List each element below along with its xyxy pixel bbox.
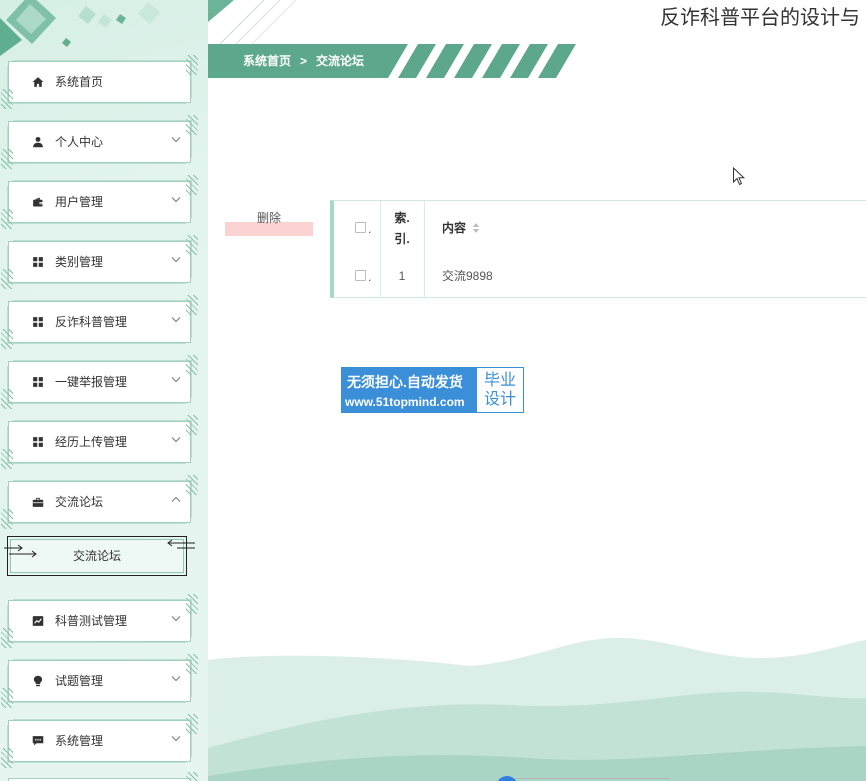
sidebar-item-system-management[interactable]: 系统管理 (1, 714, 198, 768)
header-decoration (208, 0, 297, 46)
sidebar-item-quiz-management[interactable]: 科普测试管理 (1, 594, 198, 648)
chevron-down-icon (171, 735, 181, 742)
chat-icon (32, 735, 44, 747)
sidebar-item-home[interactable]: 系统首页 (1, 55, 198, 109)
sidebar-item-category-management[interactable]: 类别管理 (1, 235, 198, 289)
sidebar: 系统首页 个人中心 用户管理 类别管理 反诈科普管理 一键举报管理 经历上传管理… (0, 0, 208, 781)
wallet-icon (32, 196, 44, 208)
index-header-line1: 索. (394, 211, 410, 225)
watermark-badge-line1: 毕业 (483, 372, 516, 389)
sort-icon[interactable] (472, 222, 480, 234)
watermark-line2: www.51topmind.com (345, 395, 465, 409)
sidebar-item-label: 系统管理 (55, 734, 104, 748)
sidebar-decoration (0, 0, 160, 56)
row-checkbox-suffix: . (368, 270, 372, 284)
sidebar-item-label: 交流论坛 (55, 495, 104, 509)
breadcrumb-current: 交流论坛 (316, 54, 365, 68)
breadcrumb-home[interactable]: 系统首页 (243, 54, 291, 68)
breadcrumb: 系统首页 > 交流论坛 (243, 44, 364, 78)
sidebar-item-user-management[interactable]: 用户管理 (1, 175, 198, 229)
sidebar-item-label: 类别管理 (55, 255, 104, 269)
delete-button[interactable]: 删除 (225, 204, 313, 236)
chevron-down-icon (171, 436, 181, 443)
watermark-badge-line2: 设计 (483, 391, 516, 408)
sidebar-item-question-management[interactable]: 试题管理 (1, 654, 198, 708)
sidebar-item-label: 用户管理 (55, 195, 104, 209)
background-waves (208, 638, 866, 781)
breadcrumb-separator: > (300, 54, 308, 68)
sidebar-item-label: 一键举报管理 (55, 375, 128, 389)
watermark-badge-panel: 毕业 设计 (476, 367, 524, 413)
chevron-down-icon (171, 196, 181, 203)
arrow-left-icon (167, 539, 195, 549)
sidebar-item-personal-center[interactable]: 个人中心 (1, 115, 198, 169)
sidebar-item-label: 试题管理 (55, 674, 104, 688)
grid-icon (32, 316, 44, 328)
grid-icon (32, 376, 44, 388)
user-icon (32, 136, 44, 148)
sidebar-item-label: 经历上传管理 (55, 435, 128, 449)
home-icon (32, 76, 44, 88)
bottom-partial-widget (496, 776, 670, 781)
forum-table: . 索. 引. 内容 . 1 交流9898 (330, 200, 866, 298)
sidebar-item-forum[interactable]: 交流论坛 (1, 475, 198, 529)
watermark-badge: 无须担心.自动发货 www.51topmind.com 毕业 设计 (341, 367, 524, 413)
sidebar-item-experience-upload[interactable]: 经历上传管理 (1, 415, 198, 469)
content-header[interactable]: 内容 (442, 220, 466, 236)
sidebar-item-label: 个人中心 (55, 135, 104, 149)
grid-icon (32, 436, 44, 448)
briefcase-icon (32, 496, 44, 508)
watermark-line1: 无须担心.自动发货 (347, 374, 463, 390)
chart-icon (32, 615, 44, 627)
select-all-checkbox[interactable] (355, 222, 366, 233)
chevron-up-icon (171, 496, 181, 503)
mouse-cursor-icon (733, 167, 746, 186)
arrow-right-icon (4, 544, 37, 558)
index-header-line2: 引. (394, 232, 410, 246)
sidebar-item-label: 系统首页 (55, 75, 104, 89)
sidebar-item-label: 科普测试管理 (55, 614, 128, 628)
bulb-icon (32, 675, 44, 687)
delete-button-label: 删除 (256, 211, 281, 225)
chevron-down-icon (171, 615, 181, 622)
watermark-text-panel: 无须担心.自动发货 www.51topmind.com (341, 367, 476, 413)
chevron-down-icon (171, 256, 181, 263)
row-index: 1 (398, 269, 406, 283)
chevron-down-icon (171, 316, 181, 323)
sidebar-item-report-management[interactable]: 一键举报管理 (1, 355, 198, 409)
row-checkbox[interactable] (355, 270, 366, 281)
sidebar-item-anti-fraud-management[interactable]: 反诈科普管理 (1, 295, 198, 349)
chevron-down-icon (171, 675, 181, 682)
column-divider (424, 201, 425, 297)
select-all-suffix: . (368, 222, 372, 236)
chevron-down-icon (171, 376, 181, 383)
grid-icon (32, 256, 44, 268)
chevron-down-icon (171, 136, 181, 143)
bottom-widget-knob (496, 776, 518, 781)
sidebar-item-label: 反诈科普管理 (55, 315, 128, 329)
page-title: 反诈科普平台的设计与 (660, 7, 860, 29)
row-content: 交流9898 (442, 269, 493, 283)
